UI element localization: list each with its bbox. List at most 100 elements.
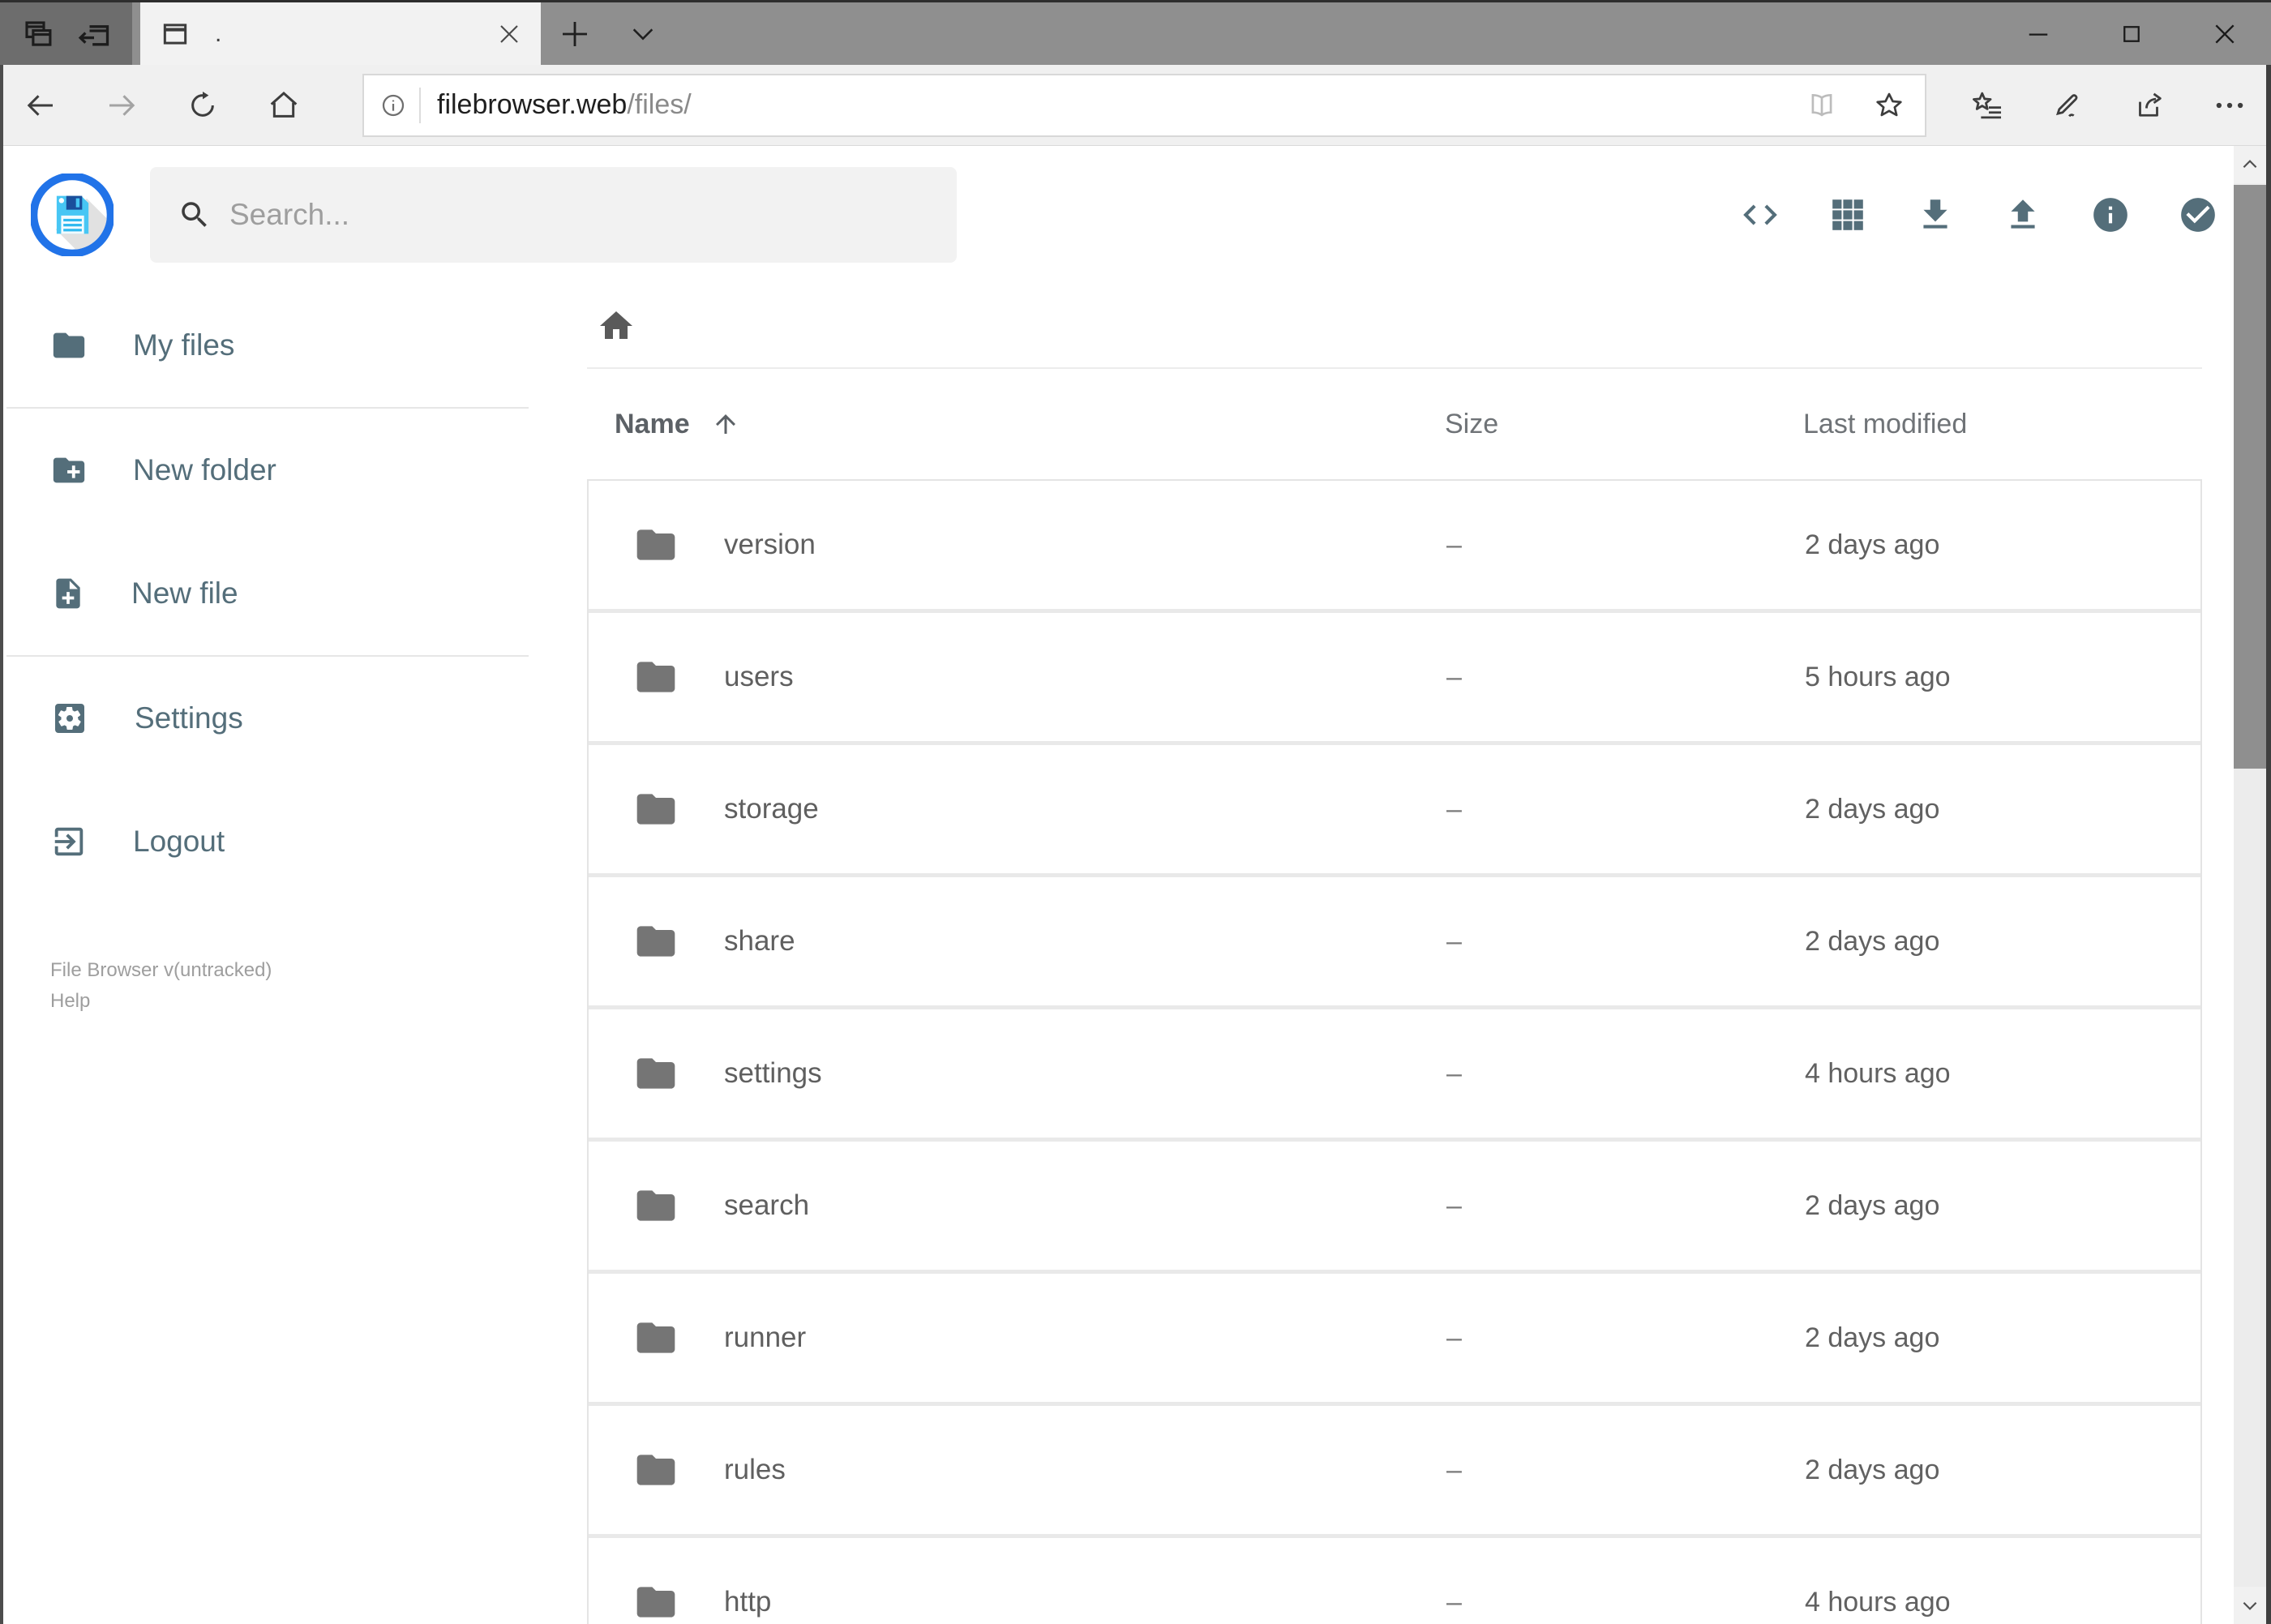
sidebar-item-logout[interactable]: Logout [0, 780, 587, 903]
file-size: – [1446, 1454, 1462, 1485]
download-icon[interactable] [1915, 195, 1956, 235]
search-icon [178, 198, 212, 232]
sidebar-item-settings[interactable]: Settings [0, 657, 587, 780]
column-header-name[interactable]: Name [615, 409, 740, 440]
folder-icon [633, 522, 679, 568]
file-row[interactable]: version – 2 days ago [589, 481, 2200, 609]
address-bar[interactable]: filebrowser.web/files/ [362, 73, 1926, 137]
folder-icon [633, 654, 679, 700]
browser-tab[interactable]: . [140, 2, 541, 65]
file-row[interactable]: runner – 2 days ago [589, 1274, 2200, 1402]
sidebar-item-my-files[interactable]: My files [0, 284, 587, 407]
folder-icon [633, 1447, 679, 1493]
forward-icon[interactable] [81, 89, 162, 122]
file-size: – [1446, 1057, 1462, 1089]
help-link[interactable]: Help [50, 986, 587, 1017]
folder-icon [633, 1579, 679, 1624]
folder-icon [633, 1315, 679, 1360]
file-name: search [724, 1189, 810, 1221]
folder-icon [633, 1183, 679, 1228]
favorite-star-icon[interactable] [1873, 89, 1905, 122]
reading-view-icon[interactable] [1806, 90, 1837, 121]
file-size: – [1446, 1586, 1462, 1618]
page-icon [160, 19, 191, 49]
file-listing: version – 2 days ago users – 5 hours ago… [587, 479, 2202, 1624]
share-icon[interactable] [2108, 88, 2189, 122]
hub-icon[interactable] [1946, 88, 2027, 122]
folder-icon [50, 327, 88, 364]
upload-icon[interactable] [2003, 195, 2043, 235]
sidebar-item-label: Settings [135, 701, 243, 735]
folder-icon [633, 1051, 679, 1096]
file-row[interactable]: search – 2 days ago [589, 1142, 2200, 1270]
column-header-modified[interactable]: Last modified [1803, 409, 1967, 440]
scroll-down-icon[interactable] [2234, 1587, 2266, 1624]
scrollbar-thumb[interactable] [2234, 185, 2266, 769]
file-row[interactable]: storage – 2 days ago [589, 745, 2200, 873]
file-row[interactable]: settings – 4 hours ago [589, 1009, 2200, 1138]
refresh-icon[interactable] [162, 89, 243, 122]
logout-icon [50, 823, 88, 860]
window-border-left [0, 65, 3, 1624]
scroll-up-icon[interactable] [2234, 146, 2266, 183]
tab-list-dropdown-icon[interactable] [609, 2, 677, 65]
filebrowser-logo[interactable] [29, 172, 115, 258]
address-separator [419, 87, 421, 123]
check-circle-icon[interactable] [2178, 195, 2218, 235]
file-row[interactable]: rules – 2 days ago [589, 1406, 2200, 1534]
folder-icon [633, 786, 679, 832]
annotate-pen-icon[interactable] [2027, 88, 2108, 122]
url-host: filebrowser.web [437, 89, 628, 120]
show-set-aside-tabs-icon[interactable] [21, 17, 55, 51]
more-icon[interactable] [2189, 88, 2270, 122]
file-modified: 2 days ago [1805, 1322, 1940, 1353]
file-modified: 5 hours ago [1805, 661, 1951, 692]
maximize-icon[interactable] [2085, 2, 2178, 65]
new-tab-button[interactable] [541, 2, 609, 65]
sidebar-item-label: Logout [133, 825, 225, 858]
gear-icon [50, 699, 89, 738]
sort-ascending-icon [711, 409, 740, 439]
page-scrollbar[interactable] [2234, 146, 2266, 1624]
file-modified: 4 hours ago [1805, 1586, 1951, 1618]
sidebar-item-label: New file [131, 576, 238, 610]
site-info-icon[interactable] [380, 92, 406, 118]
minimize-icon[interactable] [1991, 2, 2085, 65]
breadcrumb-home-icon[interactable] [597, 306, 636, 345]
file-row[interactable]: http – 4 hours ago [589, 1538, 2200, 1624]
tab-title: . [215, 19, 222, 47]
sidebar-item-new-file[interactable]: New file [0, 532, 587, 655]
home-icon[interactable] [243, 89, 324, 122]
main-content: Name Size Last modified version – 2 days… [587, 284, 2202, 1624]
url-path: /files/ [627, 89, 692, 120]
file-name: rules [724, 1454, 786, 1485]
info-icon[interactable] [2090, 195, 2131, 235]
file-size: – [1446, 1189, 1462, 1221]
search-box[interactable] [150, 167, 957, 263]
back-icon[interactable] [0, 89, 81, 122]
search-input[interactable] [229, 198, 878, 232]
file-modified: 2 days ago [1805, 925, 1940, 957]
file-name: version [724, 529, 816, 560]
grid-view-icon[interactable] [1828, 195, 1868, 235]
breadcrumb [587, 284, 2202, 369]
set-tabs-aside-icon[interactable] [76, 16, 112, 52]
file-size: – [1446, 1322, 1462, 1353]
file-name: http [724, 1586, 772, 1618]
sidebar-item-label: New folder [133, 453, 276, 486]
browser-tabstrip: . [0, 0, 2271, 65]
close-icon[interactable] [2178, 2, 2271, 65]
file-row[interactable]: users – 5 hours ago [589, 613, 2200, 741]
code-icon[interactable] [1740, 195, 1780, 235]
tab-close-icon[interactable] [497, 22, 521, 46]
column-header-size[interactable]: Size [1445, 409, 1498, 440]
file-row[interactable]: share – 2 days ago [589, 877, 2200, 1005]
file-modified: 2 days ago [1805, 529, 1940, 560]
file-name: settings [724, 1057, 822, 1089]
file-name: runner [724, 1322, 807, 1353]
file-size: – [1446, 925, 1462, 957]
sidebar-item-new-folder[interactable]: New folder [0, 409, 587, 532]
listing-header: Name Size Last modified [587, 369, 2202, 479]
url-text[interactable]: filebrowser.web/files/ [437, 89, 692, 121]
app-version: File Browser v(untracked) [50, 959, 272, 981]
